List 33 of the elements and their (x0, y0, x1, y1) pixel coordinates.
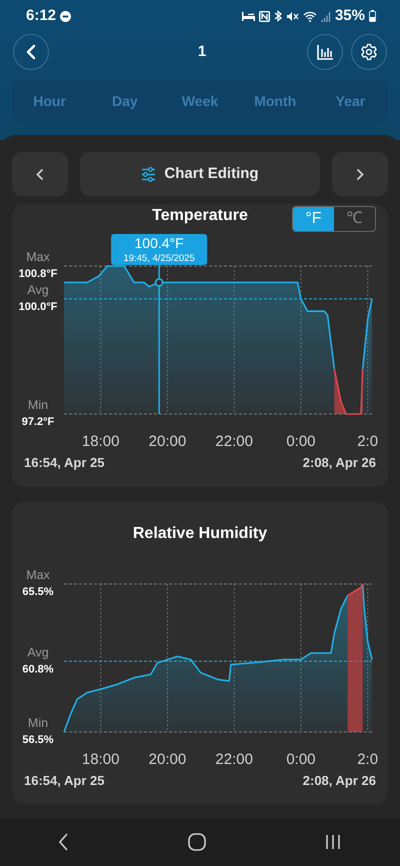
x-axis-label: 18:00 (82, 750, 120, 766)
page-title: 1 (198, 42, 206, 62)
chart-title: Temperature (152, 207, 248, 224)
x-axis-label: 20:00 (148, 433, 186, 449)
y-axis-label: 65.5% (22, 586, 54, 598)
x-axis-label: 22:00 (215, 433, 253, 449)
chart-title: Relative Humidity (132, 524, 268, 542)
y-axis-caption: Max (26, 568, 50, 582)
y-axis-caption: Min (28, 716, 48, 730)
y-axis-label: 100.0°F (18, 300, 58, 313)
y-axis-caption: Avg (27, 282, 49, 297)
tooltip-time: 19:45, 4/25/2025 (123, 253, 195, 264)
y-axis-label: 60.8% (22, 662, 54, 675)
tooltip-value: 100.4°F (134, 235, 184, 251)
y-axis-label: 97.2°F (22, 416, 54, 428)
x-axis-label: 2:0 (357, 433, 378, 449)
x-axis-label: 20:00 (148, 750, 186, 766)
range-start: 16:54, Apr 25 (24, 454, 104, 472)
range-start: 16:54, Apr 25 (24, 772, 104, 790)
y-axis-caption: Min (28, 398, 48, 412)
x-axis-label: 0:00 (286, 750, 316, 766)
y-axis-label: 56.5% (22, 734, 54, 746)
x-axis-label: 2:0 (357, 750, 378, 766)
x-axis-label: 0:00 (286, 433, 316, 449)
battery-percent: 35% (334, 6, 365, 26)
x-axis-label: 22:00 (215, 750, 253, 766)
x-axis-label: 18:00 (82, 433, 120, 449)
range-end: 2:08, Apr 26 (302, 454, 376, 472)
y-axis-label: 100.8°F (18, 268, 58, 280)
range-end: 2:08, Apr 26 (302, 772, 376, 790)
y-axis-caption: Avg (27, 644, 49, 659)
y-axis-caption: Max (26, 250, 50, 264)
status-time: 6:12 (26, 6, 56, 26)
